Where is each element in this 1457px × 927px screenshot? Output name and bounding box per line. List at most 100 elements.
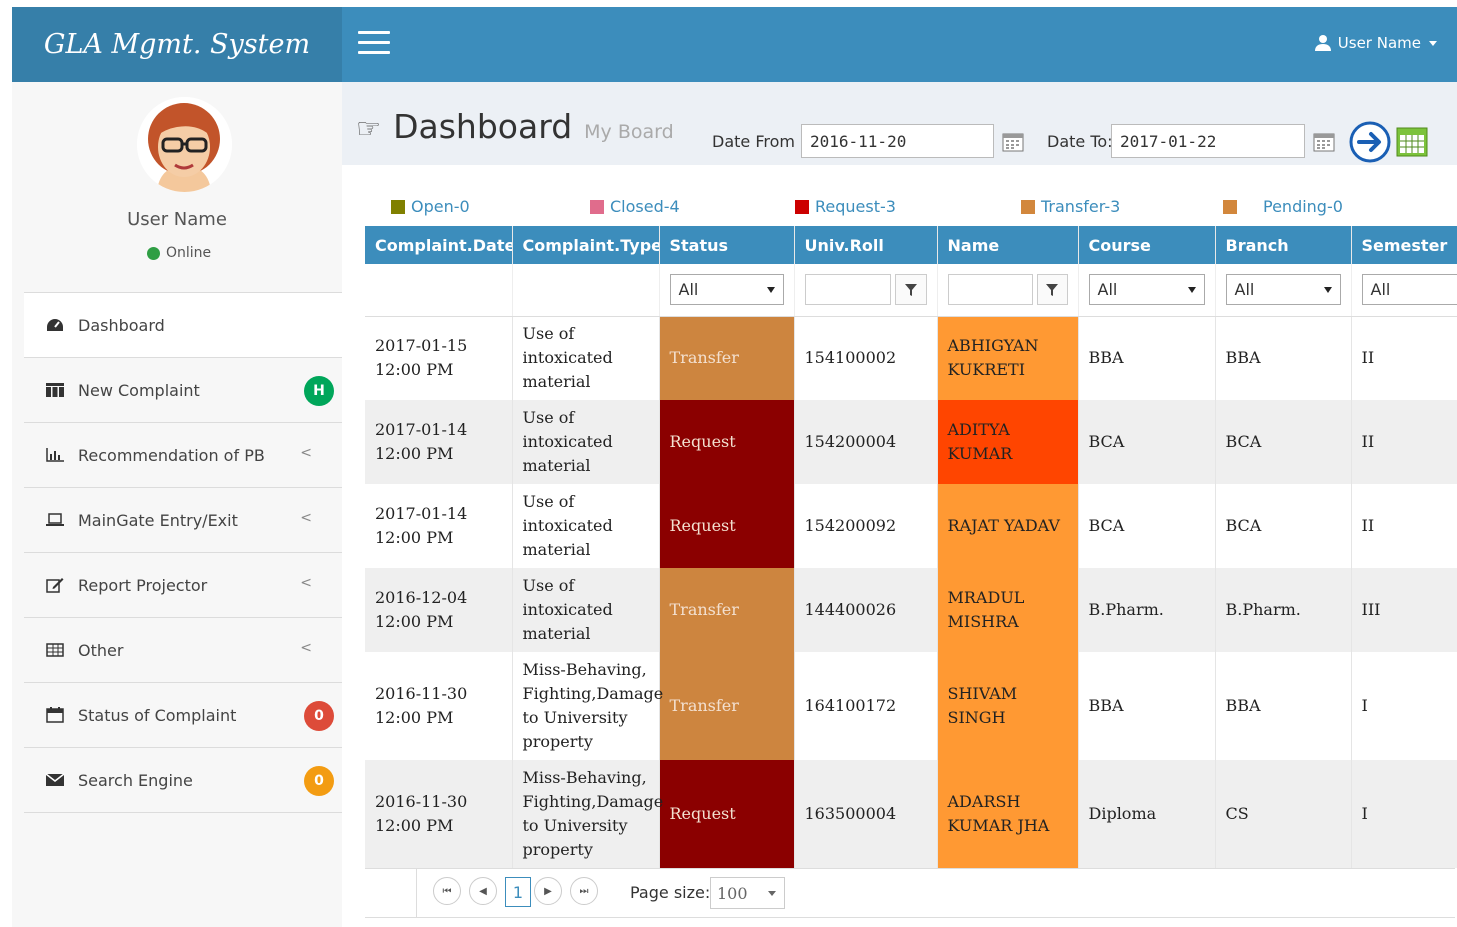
current-page[interactable]: 1 (505, 877, 531, 907)
cell-name: ADITYA KUMAR (937, 400, 1079, 484)
filter-funnel-icon[interactable] (895, 274, 927, 306)
cell-name: ADARSH KUMAR JHA (937, 760, 1079, 868)
cell-complaint-type-line: intoxicated (522, 600, 613, 619)
next-page-icon[interactable]: ▶ (534, 877, 562, 905)
date-from-label: Date From : (712, 132, 806, 151)
envelope-icon (46, 772, 64, 788)
calendar-picker-icon[interactable] (1313, 132, 1335, 152)
sidebar-item-dashboard[interactable]: Dashboard (24, 293, 342, 358)
cell-name-line: ADITYA KUMAR (947, 420, 1013, 463)
grid-pager: ⏮ ◀ 1 ▶ ⏭ Page size: 100 (365, 868, 1455, 918)
edit-icon (46, 577, 64, 593)
univ-roll-filter-input[interactable] (804, 274, 892, 306)
sidebar-item-search-engine[interactable]: Search Engine 0 (24, 748, 342, 813)
table-row[interactable]: 2017-01-15 12:00 PM Use of intoxicated mater… (365, 316, 1457, 400)
sidebar-item-other[interactable]: Other < (24, 618, 342, 683)
column-header-name[interactable]: Name (937, 226, 1079, 264)
cell-course-line: Diploma (1088, 804, 1157, 823)
app-logo[interactable]: GLA Mgmt. System (12, 7, 342, 82)
cell-semester-line: II (1361, 516, 1375, 535)
cell-name: ABHIGYAN KUKRETI (937, 316, 1079, 400)
cell-complaint-type-line: Use of (522, 492, 575, 511)
cell-branch: BBA (1215, 652, 1352, 760)
badge-new-complaint: H (304, 376, 334, 406)
column-header-status[interactable]: Status (659, 226, 795, 264)
profile-name: User Name (127, 209, 227, 230)
sidebar-item-label: New Complaint (78, 380, 200, 400)
go-arrow-icon[interactable] (1348, 120, 1392, 164)
cell-semester-line: I (1361, 804, 1368, 823)
cell-name-line: ABHIGYAN (947, 336, 1039, 356)
cell-complaint-date-line: 12:00 PM (375, 816, 454, 835)
page-header: ☞ Dashboard My Board (356, 107, 674, 146)
cell-semester-line: II (1361, 348, 1375, 368)
sidebar-toggle-icon[interactable] (358, 31, 390, 55)
cell-branch-line: B.Pharm. (1225, 600, 1301, 619)
page-size-label: Page size: (630, 883, 711, 902)
main-content: ☞ Dashboard My Board Date From : 2016-11… (342, 82, 1457, 927)
chevron-left-icon: < (300, 640, 312, 656)
sidebar-item-report-projector[interactable]: Report Projector < (24, 553, 342, 618)
calendar-picker-icon[interactable] (1002, 132, 1024, 152)
status-filter-select[interactable]: All (669, 274, 784, 306)
cell-branch-line: CS (1225, 804, 1249, 823)
column-header-semester[interactable]: Semester (1351, 226, 1457, 264)
table-row[interactable]: 2017-01-14 12:00 PM Use of intoxicated mater… (365, 484, 1457, 568)
date-from-input[interactable]: 2016-11-20 (801, 124, 994, 158)
cell-branch: BCA (1215, 400, 1352, 484)
user-menu-label: User Name (1337, 34, 1421, 52)
cell-status: Request (659, 760, 795, 868)
cell-complaint-type: Use of intoxicated material (512, 400, 660, 484)
cell-branch: CS (1215, 760, 1352, 868)
table-row[interactable]: 2016-12-04 12:00 PM Use of intoxicated mater… (365, 568, 1457, 652)
table-row[interactable]: 2017-01-14 12:00 PM Use of intoxicated mater… (365, 400, 1457, 484)
excel-export-icon[interactable] (1396, 127, 1428, 157)
table-row[interactable]: 2016-11-30 12:00 PM Miss-Behaving, Fighting… (365, 760, 1457, 868)
last-page-icon[interactable]: ⏭ (570, 877, 598, 905)
cell-status-line: Request (669, 432, 736, 451)
course-filter-select[interactable]: All (1088, 274, 1205, 306)
cell-complaint-date-line: 2016-11-30 (375, 792, 468, 811)
cell-semester: III (1351, 568, 1457, 652)
filter-funnel-icon[interactable] (1036, 274, 1068, 306)
cell-complaint-type-line: Use of (522, 408, 575, 427)
user-menu[interactable]: User Name (1314, 34, 1437, 52)
column-header-univ-roll[interactable]: Univ.Roll (794, 226, 938, 264)
name-filter-input[interactable] (947, 274, 1033, 306)
cell-name-line: MISHRA (947, 612, 1019, 631)
cell-status: Request (659, 400, 795, 484)
branch-filter-select[interactable]: All (1225, 274, 1341, 306)
legend-open: Open-0 (391, 197, 470, 216)
sidebar-item-recommendation[interactable]: Recommendation of PB < (24, 423, 342, 488)
cell-name-line: MRADUL (947, 588, 1025, 607)
first-page-icon[interactable]: ⏮ (433, 877, 461, 905)
cell-complaint-type-line: to University (522, 816, 628, 835)
cell-course: BCA (1078, 484, 1216, 568)
column-header-course[interactable]: Course (1078, 226, 1216, 264)
semester-filter-select[interactable]: All (1361, 274, 1457, 306)
column-header-complaint-type[interactable]: Complaint.Type (512, 226, 660, 264)
legend-transfer: Transfer-3 (1021, 197, 1120, 216)
column-header-branch[interactable]: Branch (1215, 226, 1352, 264)
prev-page-icon[interactable]: ◀ (469, 877, 497, 905)
cell-complaint-type-line: intoxicated (522, 432, 613, 451)
sidebar-item-status-of-complaint[interactable]: Status of Complaint 0 (24, 683, 342, 748)
chevron-left-icon: < (300, 510, 312, 526)
legend-request: Request-3 (795, 197, 896, 216)
column-header-complaint-date[interactable]: Complaint.Date (365, 226, 513, 264)
sidebar-item-label: Other (78, 640, 124, 660)
grid-header-row: Complaint.Date Complaint.Type Status Uni… (365, 226, 1457, 264)
cell-status-line: Request (669, 804, 736, 823)
page-size-select[interactable]: 100 (710, 877, 785, 909)
sidebar-item-new-complaint[interactable]: New Complaint H (24, 358, 342, 423)
page-title: Dashboard (393, 107, 573, 146)
cell-complaint-type-line: material (522, 456, 591, 475)
cell-complaint-type-line: to University (522, 708, 628, 727)
cell-semester: II (1351, 400, 1457, 484)
sidebar-item-maingate[interactable]: MainGate Entry/Exit < (24, 488, 342, 553)
date-to-input[interactable]: 2017-01-22 (1111, 124, 1305, 158)
table-row[interactable]: 2016-11-30 12:00 PM Miss-Behaving, Fighting… (365, 652, 1457, 760)
cell-semester: II (1351, 316, 1457, 400)
cell-univ-roll-line: 154200092 (804, 516, 897, 535)
cell-branch-line: BBA (1225, 696, 1261, 715)
